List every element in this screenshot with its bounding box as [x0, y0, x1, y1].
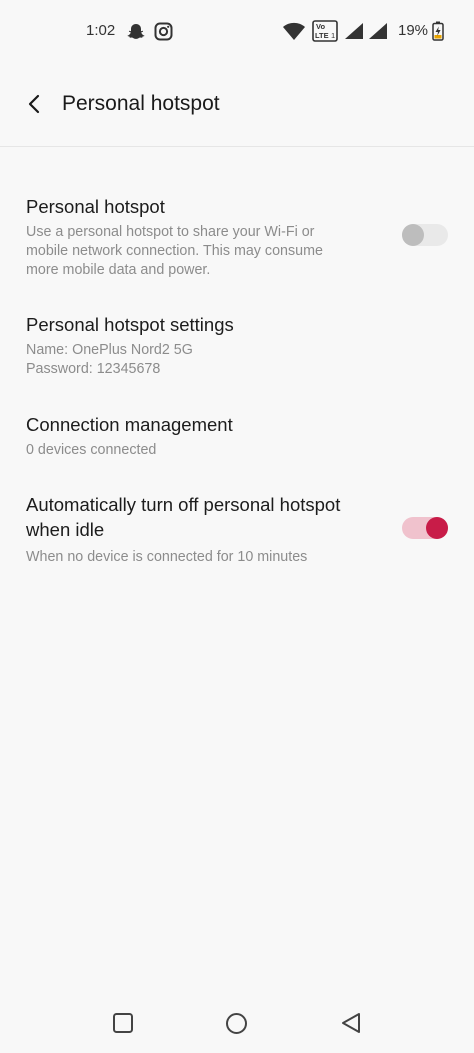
battery-charging-icon [432, 21, 444, 41]
hotspot-password: Password: 12345678 [26, 361, 161, 377]
wifi-icon [283, 22, 305, 40]
connection-management-row[interactable]: Connection management 0 devices connecte… [26, 412, 446, 460]
toggle-knob [402, 224, 424, 246]
auto-off-subtitle: When no device is connected for 10 minut… [26, 549, 308, 565]
signal-icon [369, 23, 387, 39]
hotspot-description: Use a personal hotspot to share your Wi-… [26, 224, 323, 278]
status-time: 1:02 [86, 22, 116, 39]
toggle-knob [426, 517, 448, 539]
signal-icon [345, 23, 363, 39]
hotspot-title: Personal hotspot [26, 196, 165, 217]
home-button[interactable] [225, 1012, 248, 1035]
devices-connected: 0 devices connected [26, 442, 157, 458]
auto-off-title: Automatically turn off personal hotspot … [26, 494, 341, 540]
connection-management-title: Connection management [26, 414, 233, 435]
status-bar: 1:02 Vo LTE 1 19% [0, 0, 474, 62]
hotspot-name: Name: OnePlus Nord2 5G [26, 342, 193, 358]
volte-icon: Vo LTE 1 [312, 20, 338, 42]
battery-percentage: 19% [398, 22, 429, 39]
recents-button[interactable] [112, 1012, 134, 1034]
hotspot-toggle[interactable] [402, 224, 448, 246]
instagram-icon [154, 22, 173, 41]
hotspot-settings-title: Personal hotspot settings [26, 314, 234, 335]
auto-off-setting-row[interactable]: Automatically turn off personal hotspot … [26, 492, 376, 567]
back-button[interactable] [20, 86, 52, 122]
svg-text:LTE: LTE [315, 31, 329, 40]
hotspot-setting-row[interactable]: Personal hotspot Use a personal hotspot … [26, 194, 356, 280]
app-bar: Personal hotspot [0, 62, 474, 147]
page-title: Personal hotspot [62, 92, 220, 115]
navigation-bar [0, 995, 474, 1053]
hotspot-settings-row[interactable]: Personal hotspot settings Name: OnePlus … [26, 312, 446, 379]
snapchat-icon [127, 24, 145, 39]
back-nav-button[interactable] [340, 1012, 362, 1034]
svg-text:1: 1 [331, 31, 335, 40]
svg-text:Vo: Vo [316, 22, 325, 31]
back-arrow-icon [28, 94, 40, 114]
auto-off-toggle[interactable] [402, 517, 448, 539]
